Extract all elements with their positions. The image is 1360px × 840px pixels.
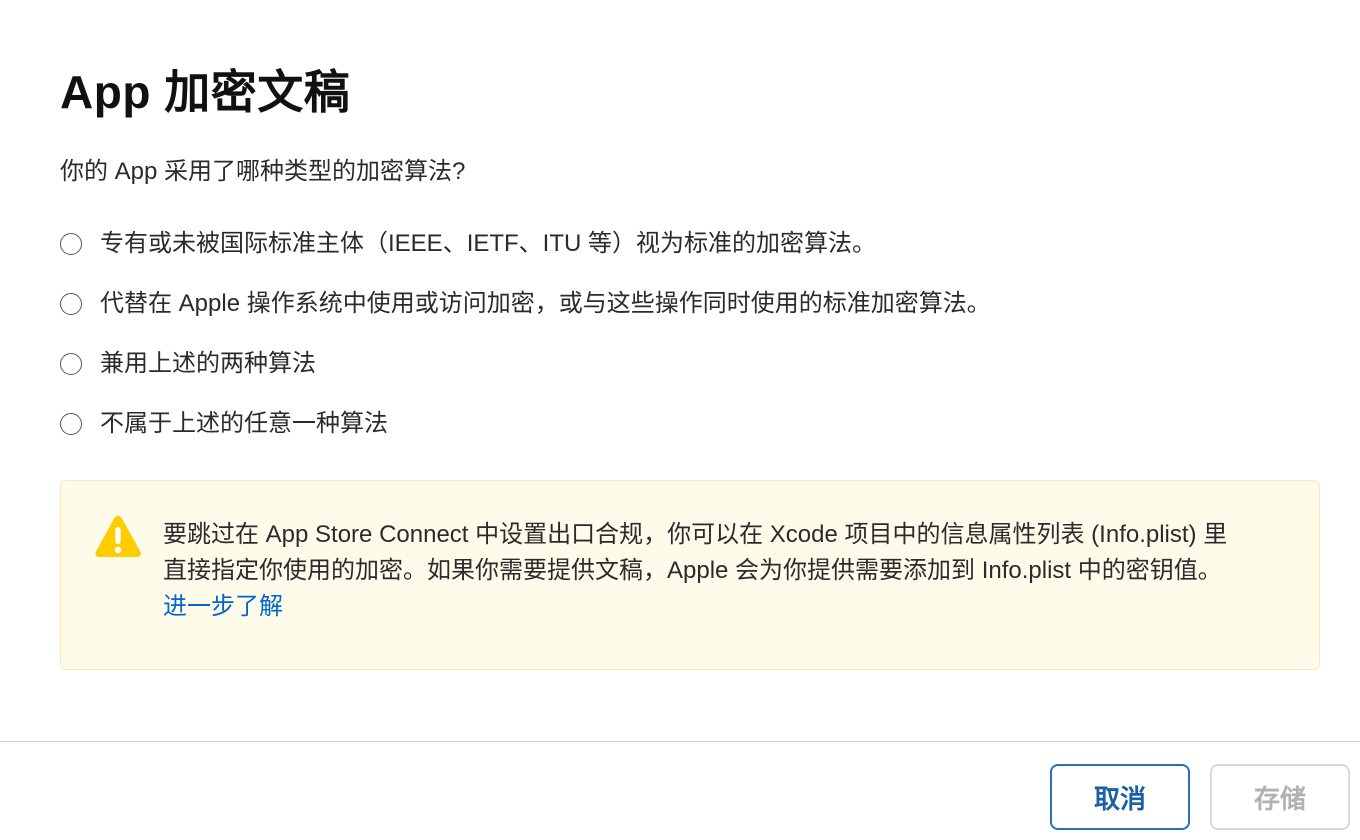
cancel-button[interactable]: 取消 xyxy=(1050,764,1190,830)
option-proprietary-algorithm[interactable]: 专有或未被国际标准主体（IEEE、IETF、ITU 等）视为标准的加密算法。 xyxy=(60,214,1280,274)
option-both-algorithms[interactable]: 兼用上述的两种算法 xyxy=(60,334,1280,394)
encryption-question: 你的 App 采用了哪种类型的加密算法? xyxy=(60,158,466,185)
radio-button[interactable] xyxy=(60,233,82,255)
radio-button[interactable] xyxy=(60,413,82,435)
option-label: 不属于上述的任意一种算法 xyxy=(100,410,388,437)
page-title: App 加密文稿 xyxy=(60,66,351,118)
option-label: 专有或未被国际标准主体（IEEE、IETF、ITU 等）视为标准的加密算法。 xyxy=(100,230,877,257)
encryption-options-group: 专有或未被国际标准主体（IEEE、IETF、ITU 等）视为标准的加密算法。 代… xyxy=(60,214,1280,454)
option-standard-algorithm[interactable]: 代替在 Apple 操作系统中使用或访问加密，或与这些操作同时使用的标准加密算法… xyxy=(60,274,1280,334)
notice-message: 要跳过在 App Store Connect 中设置出口合规，你可以在 Xcod… xyxy=(163,517,1243,625)
radio-button[interactable] xyxy=(60,293,82,315)
save-button[interactable]: 存储 xyxy=(1210,764,1350,830)
radio-button[interactable] xyxy=(60,353,82,375)
info-plist-notice: 要跳过在 App Store Connect 中设置出口合规，你可以在 Xcod… xyxy=(60,480,1320,670)
notice-body: 要跳过在 App Store Connect 中设置出口合规，你可以在 Xcod… xyxy=(163,521,1228,584)
learn-more-link[interactable]: 进一步了解 xyxy=(163,593,283,620)
encryption-documentation-dialog: App 加密文稿 你的 App 采用了哪种类型的加密算法? 专有或未被国际标准主… xyxy=(0,0,1360,840)
option-label: 兼用上述的两种算法 xyxy=(100,350,316,377)
warning-icon xyxy=(95,516,141,557)
footer-divider xyxy=(0,741,1360,742)
option-label: 代替在 Apple 操作系统中使用或访问加密，或与这些操作同时使用的标准加密算法… xyxy=(100,290,991,317)
option-none-of-the-above[interactable]: 不属于上述的任意一种算法 xyxy=(60,394,1280,454)
